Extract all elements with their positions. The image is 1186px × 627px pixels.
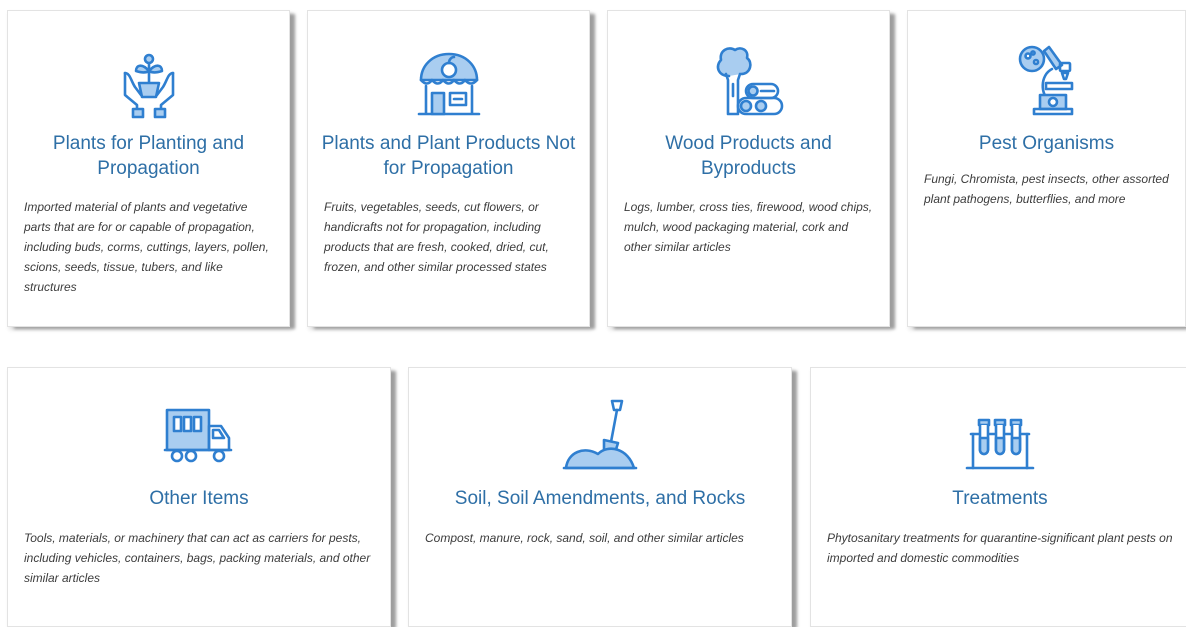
card-title[interactable]: Wood Products and Byproducts [620, 131, 877, 181]
category-card-pest-organisms[interactable]: Pest Organisms Fungi, Chromista, pest in… [907, 10, 1186, 327]
cargo-truck-icon [8, 406, 390, 471]
card-description: Fruits, vegetables, seeds, cut flowers, … [324, 200, 549, 274]
card-description: Compost, manure, rock, sand, soil, and o… [425, 531, 744, 545]
category-card-wood-products[interactable]: Wood Products and Byproducts Logs, lumbe… [607, 10, 890, 327]
card-title[interactable]: Soil, Soil Amendments, and Rocks [421, 486, 779, 511]
category-card-other-items[interactable]: Other Items Tools, materials, or machine… [7, 367, 391, 627]
card-title[interactable]: Plants and Plant Products Not for Propag… [320, 131, 577, 181]
category-card-plants-for-planting[interactable]: Plants for Planting and Propagation Impo… [7, 10, 290, 327]
fruit-shop-icon [308, 51, 589, 124]
shovel-in-soil-icon [409, 398, 791, 477]
card-description: Tools, materials, or machinery that can … [24, 531, 371, 585]
category-card-treatments[interactable]: Treatments Phytosanitary treatments for … [810, 367, 1186, 627]
card-title[interactable]: Plants for Planting and Propagation [20, 131, 277, 181]
card-title[interactable]: Pest Organisms [920, 131, 1173, 156]
card-description: Phytosanitary treatments for quarantine-… [827, 531, 1173, 565]
card-description: Logs, lumber, cross ties, firewood, wood… [624, 200, 873, 254]
card-description: Fungi, Chromista, pest insects, other as… [924, 172, 1169, 206]
category-card-soil[interactable]: Soil, Soil Amendments, and Rocks Compost… [408, 367, 792, 627]
test-tubes-icon [811, 416, 1186, 477]
tree-and-logs-icon [608, 44, 889, 123]
microscope-icon [908, 41, 1185, 122]
category-card-plants-not-for-propagation[interactable]: Plants and Plant Products Not for Propag… [307, 10, 590, 327]
hands-holding-plant-icon [8, 51, 289, 124]
card-title[interactable]: Other Items [20, 486, 378, 511]
card-description: Imported material of plants and vegetati… [24, 200, 269, 294]
card-title[interactable]: Treatments [823, 486, 1177, 511]
